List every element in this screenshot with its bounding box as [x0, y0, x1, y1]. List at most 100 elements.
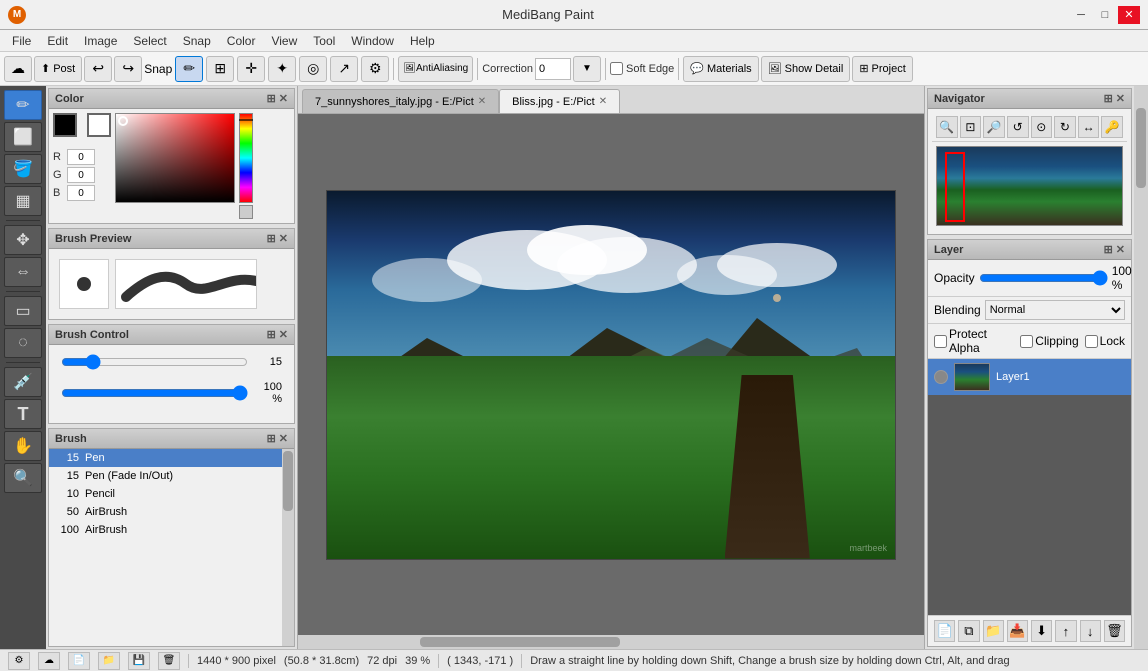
tool-select-lasso[interactable]: ◌	[4, 328, 42, 358]
menu-window[interactable]: Window	[343, 32, 402, 50]
layer-merge-btn[interactable]: ⬇	[1031, 620, 1052, 642]
blending-select[interactable]: Normal Multiply Screen Overlay	[985, 300, 1125, 320]
brush-list-expand-icon[interactable]: ⊞	[267, 432, 276, 445]
cloud-icon[interactable]: ☁	[4, 56, 32, 82]
undo-button[interactable]: ↩	[84, 56, 112, 82]
menu-color[interactable]: Color	[219, 32, 264, 50]
minimize-button[interactable]: ─	[1070, 6, 1092, 24]
statusbar-save-btn[interactable]: 💾	[128, 652, 150, 670]
statusbar-folder-btn[interactable]: 📁	[98, 652, 120, 670]
brush-list-scrollbar[interactable]	[282, 449, 294, 646]
navigator-expand-icon[interactable]: ⊞	[1104, 92, 1113, 105]
brush-control-expand-icon[interactable]: ⊞	[267, 328, 276, 341]
nav-zoom-in-btn[interactable]: 🔎	[983, 116, 1005, 138]
layer-opacity-slider[interactable]	[979, 272, 1108, 284]
g-input[interactable]	[67, 167, 95, 183]
b-input[interactable]	[67, 185, 95, 201]
snap-gear-icon[interactable]: ⚙	[361, 56, 389, 82]
statusbar-file-btn[interactable]: 📄	[68, 652, 90, 670]
layer-import-btn[interactable]: 📥	[1007, 620, 1028, 642]
layer-new-btn[interactable]: 📄	[934, 620, 955, 642]
brush-item-pen[interactable]: 15 Pen	[49, 449, 282, 467]
nav-preview-image[interactable]	[936, 146, 1123, 226]
tool-pen[interactable]: ✏	[4, 90, 42, 120]
tab-sunnyshores-close[interactable]: ✕	[478, 96, 486, 107]
menu-tool[interactable]: Tool	[305, 32, 343, 50]
r-input[interactable]	[67, 149, 95, 165]
tab-sunnyshores[interactable]: 7_sunnyshores_italy.jpg - E:/Pict ✕	[302, 89, 499, 113]
materials-button[interactable]: 💬 Materials	[683, 56, 758, 82]
layer-move-up-btn[interactable]: ↑	[1055, 620, 1076, 642]
layer-move-down-btn[interactable]: ↓	[1080, 620, 1101, 642]
nav-reset-btn[interactable]: ⊙	[1031, 116, 1053, 138]
menu-snap[interactable]: Snap	[175, 32, 219, 50]
redo-button[interactable]: ↪	[114, 56, 142, 82]
brush-item-pencil[interactable]: 10 Pencil	[49, 485, 282, 503]
brush-item-airbrush2[interactable]: 100 AirBrush	[49, 521, 282, 539]
snap-pencil-icon[interactable]: ✏	[175, 56, 203, 82]
menu-file[interactable]: File	[4, 32, 39, 50]
color-gradient-area[interactable]	[115, 113, 253, 219]
post-button[interactable]: ⬆ Post	[34, 56, 82, 82]
brush-item-airbrush1[interactable]: 50 AirBrush	[49, 503, 282, 521]
menu-edit[interactable]: Edit	[39, 32, 76, 50]
correction-down-icon[interactable]: ▼	[573, 56, 601, 82]
canvas-image[interactable]: martbeek	[326, 190, 896, 560]
snap-circle-icon[interactable]: ◎	[299, 56, 327, 82]
tool-gradient[interactable]: ▦	[4, 186, 42, 216]
brush-size-slider[interactable]	[61, 355, 248, 369]
protect-alpha-checkbox[interactable]	[934, 335, 947, 348]
background-swatch[interactable]	[87, 113, 111, 137]
brush-preview-expand-icon[interactable]: ⊞	[267, 232, 276, 245]
brush-control-close-icon[interactable]: ✕	[279, 328, 288, 341]
brush-preview-close-icon[interactable]: ✕	[279, 232, 288, 245]
layer-visibility-btn[interactable]	[934, 370, 948, 384]
statusbar-delete-btn[interactable]: 🗑	[158, 652, 180, 670]
tool-move[interactable]: ✥	[4, 225, 42, 255]
foreground-swatch[interactable]	[53, 113, 77, 137]
tool-eraser[interactable]: ⬜	[4, 122, 42, 152]
correction-input[interactable]	[535, 58, 571, 80]
h-scrollbar[interactable]	[298, 635, 924, 649]
nav-flip-h-btn[interactable]: ↔	[1078, 116, 1100, 138]
statusbar-settings-btn[interactable]: ⚙	[8, 652, 30, 670]
menu-view[interactable]: View	[263, 32, 305, 50]
brush-item-pen-fade[interactable]: 15 Pen (Fade In/Out)	[49, 467, 282, 485]
soft-edge-checkbox[interactable]	[610, 62, 623, 75]
color-alpha-strip[interactable]	[239, 205, 253, 219]
nav-rotate-left-btn[interactable]: ↺	[1007, 116, 1029, 138]
tool-transform[interactable]: ⇔	[4, 257, 42, 287]
tool-hand[interactable]: ✋	[4, 431, 42, 461]
color-gradient-box[interactable]	[115, 113, 235, 203]
snap-cross-icon[interactable]: ✛	[237, 56, 265, 82]
navigator-close-icon[interactable]: ✕	[1116, 92, 1125, 105]
close-button[interactable]: ✕	[1118, 6, 1140, 24]
tab-bliss-close[interactable]: ✕	[599, 96, 607, 107]
nav-rotate-right-btn[interactable]: ↻	[1054, 116, 1076, 138]
menu-help[interactable]: Help	[402, 32, 443, 50]
brush-list-close-icon[interactable]: ✕	[279, 432, 288, 445]
layer-expand-icon[interactable]: ⊞	[1104, 243, 1113, 256]
layer-copy-btn[interactable]: ⧉	[958, 620, 979, 642]
tool-fill[interactable]: 🪣	[4, 154, 42, 184]
brush-opacity-slider[interactable]	[61, 386, 248, 400]
tool-eyedropper[interactable]: 💉	[4, 367, 42, 397]
tool-select-rect[interactable]: ▭	[4, 296, 42, 326]
nav-fit-btn[interactable]: ⊡	[960, 116, 982, 138]
color-panel-expand-icon[interactable]: ⊞	[267, 92, 276, 105]
nav-zoom-out-btn[interactable]: 🔍	[936, 116, 958, 138]
menu-image[interactable]: Image	[76, 32, 125, 50]
tool-zoom[interactable]: 🔍	[4, 463, 42, 493]
snap-grid-icon[interactable]: ⊞	[206, 56, 234, 82]
snap-curve-icon[interactable]: ↗	[330, 56, 358, 82]
statusbar-cloud-btn[interactable]: ☁	[38, 652, 60, 670]
snap-star-icon[interactable]: ✦	[268, 56, 296, 82]
menu-select[interactable]: Select	[125, 32, 174, 50]
project-button[interactable]: ⊞ Project	[852, 56, 912, 82]
v-scrollbar[interactable]	[1134, 86, 1148, 649]
color-hue-strip[interactable]	[239, 113, 253, 203]
tab-bliss[interactable]: Bliss.jpg - E:/Pict ✕	[499, 89, 620, 113]
color-panel-close-icon[interactable]: ✕	[279, 92, 288, 105]
show-detail-button[interactable]: 🖼 Show Detail	[761, 56, 851, 82]
tool-text[interactable]: T	[4, 399, 42, 429]
